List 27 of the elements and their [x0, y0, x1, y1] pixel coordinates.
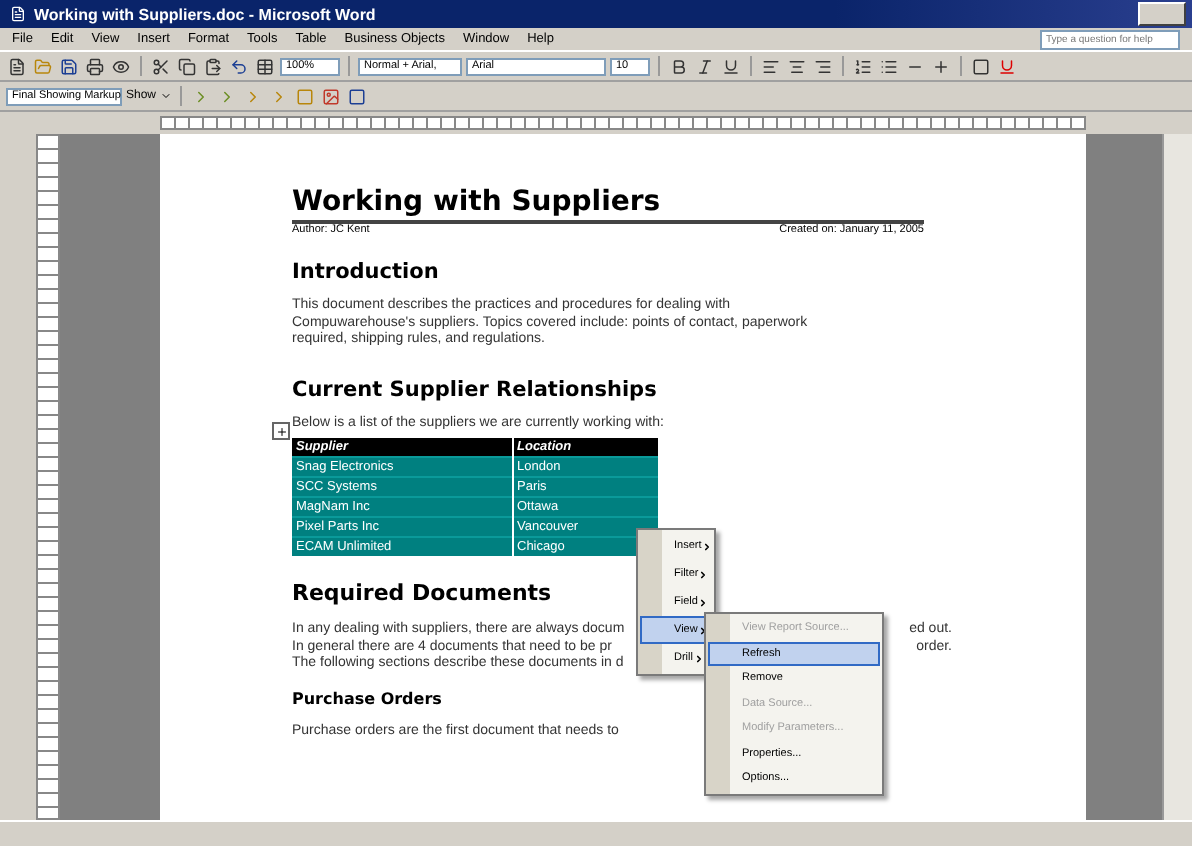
cut-icon[interactable] — [150, 55, 172, 77]
print-icon[interactable] — [84, 55, 106, 77]
border-icon[interactable] — [970, 55, 992, 77]
section-heading: Required Documents — [292, 580, 552, 606]
section-heading: Purchase Orders — [292, 689, 442, 707]
document-icon — [6, 3, 28, 25]
bold-icon[interactable] — [668, 55, 690, 77]
table-move-handle-icon[interactable] — [272, 422, 290, 440]
align-right-icon[interactable] — [812, 55, 834, 77]
paste-icon[interactable] — [202, 55, 224, 77]
table-icon[interactable] — [254, 55, 276, 77]
align-left-icon[interactable] — [760, 55, 782, 77]
undo-icon[interactable] — [228, 55, 250, 77]
window-title: Working with Suppliers.doc - Microsoft Word — [34, 5, 378, 23]
align-center-icon[interactable] — [786, 55, 808, 77]
document-title: Working with Suppliers — [292, 186, 663, 218]
caret-icon[interactable] — [160, 90, 173, 102]
numbered-list-icon[interactable] — [852, 55, 874, 77]
save-icon[interactable] — [58, 55, 80, 77]
underline-icon[interactable] — [720, 55, 742, 77]
new-document-icon[interactable] — [6, 55, 28, 77]
vertical-scrollbar[interactable] — [1162, 134, 1192, 820]
preview-icon[interactable] — [110, 55, 132, 77]
section-heading: Introduction — [292, 260, 439, 284]
copy-icon[interactable] — [176, 55, 198, 77]
italic-icon[interactable] — [694, 55, 716, 77]
section-heading: Current Supplier Relationships — [292, 377, 657, 401]
